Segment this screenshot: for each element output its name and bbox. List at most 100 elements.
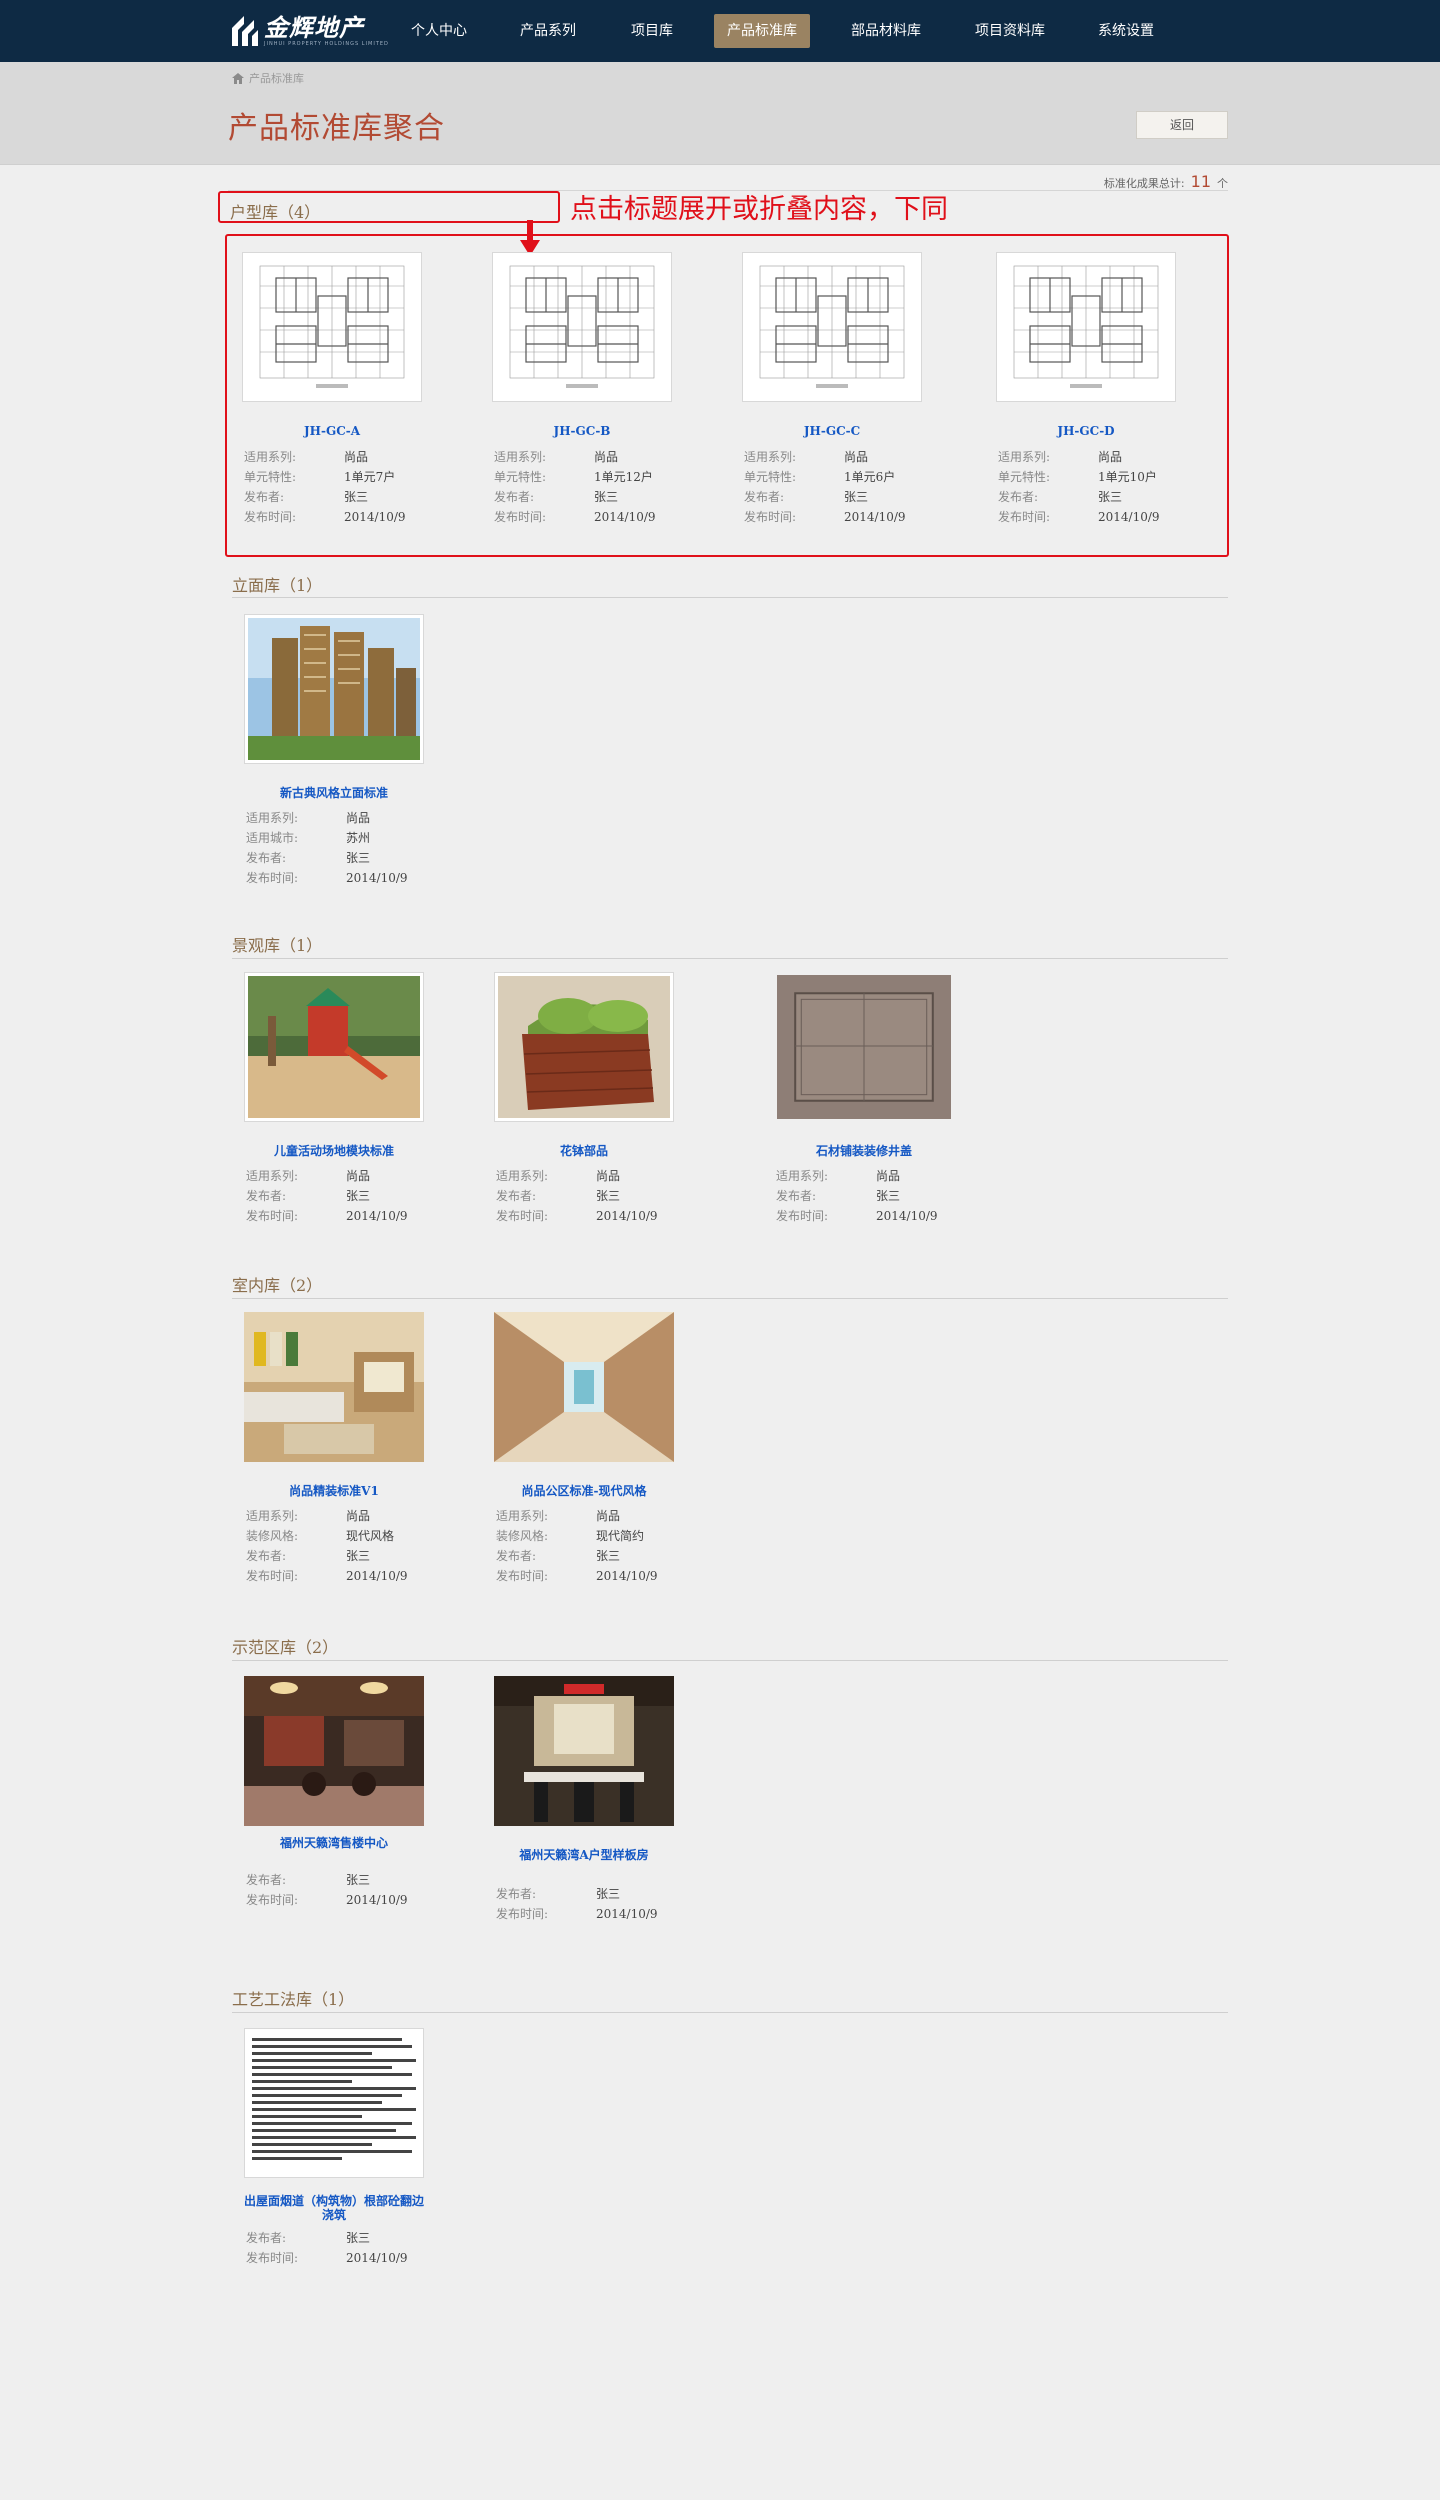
meta-value: 张三 [844,490,869,504]
brand-subtitle: JINHUI PROPERTY HOLDINGS LIMITED [264,40,389,47]
total-label: 标准化成果总计: [1103,177,1185,190]
meta-key: 发布者: [246,1873,287,1887]
card-title[interactable]: JH-GC-C [742,424,922,438]
meta-value: 2014/10/9 [344,510,406,524]
playground-photo[interactable] [244,972,424,1122]
section-title-landscape[interactable]: 景观库（1） [232,932,322,956]
card-title[interactable]: 出屋面烟道（构筑物）根部砼翻边浇筑 [244,2194,424,2222]
interior-photo[interactable] [244,1312,424,1462]
meta-key: 发布时间: [494,510,547,524]
meta-value: 张三 [596,1887,621,1901]
section-divider [232,2012,1228,2013]
meta-value: 2014/10/9 [346,1893,408,1907]
nav-item-parts-materials-library[interactable]: 部品材料库 [838,14,934,48]
page-title: 产品标准库聚合 [228,111,445,146]
meta-key: 适用系列: [744,450,797,464]
meta-value: 2014/10/9 [844,510,906,524]
annotation-text: 点击标题展开或折叠内容，下同 [570,194,948,225]
home-icon[interactable] [232,72,244,84]
meta-value: 张三 [344,490,369,504]
meta-key: 发布时间: [246,2251,299,2265]
floorplan-thumbnail[interactable] [242,252,422,402]
meta-value: 2014/10/9 [596,1209,658,1223]
meta-value: 2014/10/9 [876,1209,938,1223]
card-meta: 适用系列: 尚品 装修风格: 现代简约 发布者: 张三 发布时间: 2014/10/9 [496,1506,658,1586]
card-title[interactable]: JH-GC-A [242,424,422,438]
breadcrumb-current[interactable]: 产品标准库 [249,70,304,86]
brand-name: 金辉地产 [264,13,364,42]
meta-key: 适用系列: [494,450,547,464]
card-meta: 适用系列: 尚品 发布者: 张三 发布时间: 2014/10/9 [246,1166,408,1226]
card-title[interactable]: JH-GC-B [492,424,672,438]
card-meta: 适用系列: 尚品 单元特性: 1单元6户 发布者: 张三 发布时间: 2014/10/9 [744,447,906,527]
meta-key: 发布者: [246,1189,287,1203]
card-title[interactable]: 尚品精装标准V1 [244,1484,424,1498]
building-photo[interactable] [244,614,424,764]
planter-photo[interactable] [494,972,674,1122]
meta-key: 单元特性: [998,470,1051,484]
meta-key: 发布时间: [246,1893,299,1907]
meta-key: 装修风格: [496,1529,549,1543]
card-meta: 适用系列: 尚品 单元特性: 1单元7户 发布者: 张三 发布时间: 2014/10/9 [244,447,406,527]
card-title[interactable]: 福州天籁湾售楼中心 [244,1836,424,1850]
section-divider [232,958,1228,959]
meta-value: 张三 [346,1549,371,1563]
meta-value: 2014/10/9 [346,871,408,885]
manhole-photo[interactable] [774,972,954,1122]
meta-key: 发布者: [494,490,535,504]
card-title[interactable]: 儿童活动场地模块标准 [244,1144,424,1158]
floorplan-thumbnail[interactable] [996,252,1176,402]
meta-value: 2014/10/9 [594,510,656,524]
card-title[interactable]: 新古典风格立面标准 [244,786,424,800]
nav-item-project-documents-library[interactable]: 项目资料库 [962,14,1058,48]
floorplan-thumbnail[interactable] [492,252,672,402]
meta-value: 苏州 [346,831,371,845]
card-title[interactable]: JH-GC-D [996,424,1176,438]
meta-value: 现代简约 [596,1529,645,1543]
nav-item-system-settings[interactable]: 系统设置 [1088,14,1164,48]
section-title-showcase[interactable]: 示范区库（2） [232,1634,338,1658]
section-title-craft-methods[interactable]: 工艺工法库（1） [232,1986,354,2010]
breadcrumb: 产品标准库 [232,70,304,86]
meta-key: 发布时间: [246,871,299,885]
total-value: 11 [1190,172,1211,191]
meta-value: 张三 [346,851,371,865]
meta-key: 发布者: [496,1887,537,1901]
meta-value: 尚品 [594,450,619,464]
meta-key: 单元特性: [244,470,297,484]
meta-value: 尚品 [844,450,869,464]
floorplan-thumbnail[interactable] [742,252,922,402]
back-button[interactable]: 返回 [1136,111,1228,139]
nav-item-project-library[interactable]: 项目库 [618,14,686,48]
document-thumbnail[interactable] [244,2028,424,2178]
brand-logo[interactable]: 金辉地产 JINHUI PROPERTY HOLDINGS LIMITED [230,12,389,50]
meta-key: 发布时间: [496,1569,549,1583]
meta-value: 1单元7户 [344,470,396,484]
meta-key: 单元特性: [494,470,547,484]
card-title[interactable]: 花钵部品 [494,1144,674,1158]
meta-key: 发布时间: [246,1569,299,1583]
section-title-unit-types[interactable]: 户型库（4） [230,199,320,223]
nav-item-product-series[interactable]: 产品系列 [508,14,588,48]
card-title[interactable]: 福州天籁湾A户型样板房 [494,1848,674,1862]
meta-key: 发布者: [244,490,285,504]
meta-value: 2014/10/9 [1098,510,1160,524]
sample-room-photo[interactable] [494,1676,674,1826]
meta-key: 装修风格: [246,1529,299,1543]
meta-value: 2014/10/9 [346,1209,408,1223]
section-title-elevation[interactable]: 立面库（1） [232,572,322,596]
meta-key: 发布时间: [244,510,297,524]
section-title-interior[interactable]: 室内库（2） [232,1272,322,1296]
card-title[interactable]: 尚品公区标准-现代风格 [494,1484,674,1498]
nav-item-personal-center[interactable]: 个人中心 [400,14,478,48]
meta-value: 张三 [596,1189,621,1203]
corridor-photo[interactable] [494,1312,674,1462]
meta-key: 发布时间: [744,510,797,524]
meta-key: 发布者: [246,1549,287,1563]
meta-key: 单元特性: [744,470,797,484]
card-title[interactable]: 石材铺装装修井盖 [774,1144,954,1158]
nav-item-product-standard-library[interactable]: 产品标准库 [714,14,810,48]
sales-center-photo[interactable] [244,1676,424,1826]
meta-key: 适用系列: [776,1169,829,1183]
meta-value: 1单元10户 [1098,470,1157,484]
